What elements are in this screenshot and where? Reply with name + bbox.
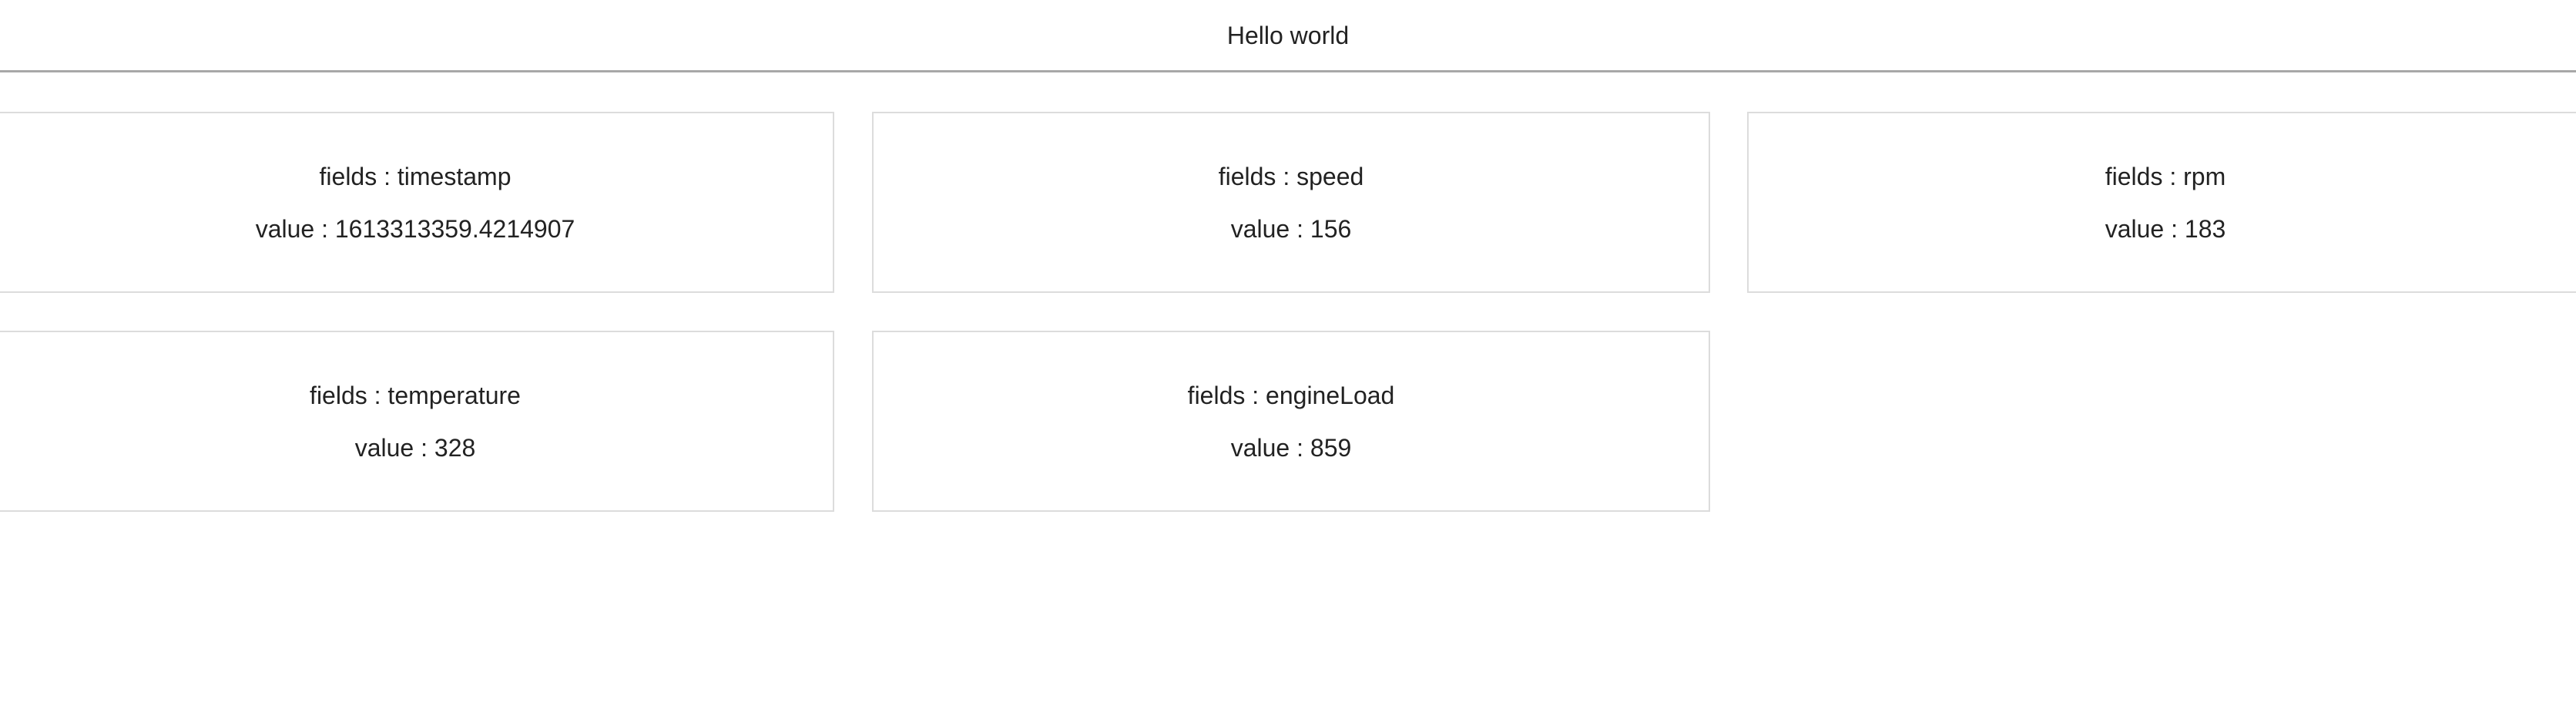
page-title: Hello world [1226,21,1350,49]
field-value: 1613313359.4214907 [334,215,575,243]
field-prefix: fields : [319,163,397,190]
field-value: 328 [434,434,476,462]
data-card-temperature: fields : temperature value : 328 [0,331,834,512]
field-name: timestamp [397,163,512,190]
card-field-label: fields : temperature [0,383,833,408]
card-field-label: fields : speed [874,164,1709,189]
field-name: engineLoad [1266,382,1395,409]
value-prefix: value : [1230,434,1310,462]
data-card-rpm: fields : rpm value : 183 [1747,112,2576,293]
value-prefix: value : [2105,215,2185,243]
card-value-label: value : 859 [874,435,1709,460]
value-prefix: value : [1230,215,1310,243]
field-value: 859 [1310,434,1352,462]
value-prefix: value : [255,215,335,243]
field-value: 183 [2184,215,2226,243]
card-value-label: value : 183 [1749,217,2576,241]
data-card-speed: fields : speed value : 156 [872,112,1710,293]
page-header: Hello world [0,0,2576,72]
card-field-label: fields : engineLoad [874,383,1709,408]
field-prefix: fields : [1218,163,1297,190]
data-card-timestamp: fields : timestamp value : 1613313359.42… [0,112,834,293]
data-card-engineload: fields : engineLoad value : 859 [872,331,1710,512]
field-prefix: fields : [1187,382,1266,409]
card-field-label: fields : timestamp [0,164,833,189]
card-value-label: value : 1613313359.4214907 [0,217,833,241]
field-name: speed [1296,163,1364,190]
field-prefix: fields : [2105,163,2184,190]
field-name: temperature [387,382,521,409]
card-value-label: value : 328 [0,435,833,460]
field-name: rpm [2183,163,2226,190]
card-field-label: fields : rpm [1749,164,2576,189]
field-value: 156 [1310,215,1352,243]
card-value-label: value : 156 [874,217,1709,241]
value-prefix: value : [354,434,434,462]
field-prefix: fields : [310,382,388,409]
